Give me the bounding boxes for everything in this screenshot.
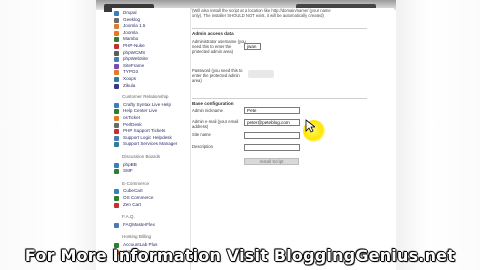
typo3-icon <box>114 70 119 76</box>
admin-nickname-label: Admin nickname <box>192 108 223 113</box>
install-button[interactable]: Install Script <box>244 158 299 165</box>
site-name-field[interactable] <box>244 132 300 139</box>
sidebar-section-title: Hosting Billing <box>122 234 152 240</box>
sidebar-item-label: SiteFrame <box>123 62 145 68</box>
sidebar-section-title: Discussion Boards <box>122 154 161 159</box>
sidebar-item[interactable]: Zikula <box>112 82 190 90</box>
sidebar-section-title: F.A.Q. <box>122 214 135 220</box>
description-field[interactable] <box>244 144 300 151</box>
sidebar-item-label: Crafty Syntax Live Help <box>123 101 171 107</box>
base-config-section: Base configuration <box>192 98 367 106</box>
mouse-pointer-icon <box>305 119 315 133</box>
section-title: Admin access data <box>192 31 234 36</box>
sidebar-item-label: PHP-Nuke <box>123 43 145 48</box>
phpnuke-icon <box>114 44 119 49</box>
sidebar-item-label: Joomla 1.5 <box>123 23 146 29</box>
sidebar-item-label: PHP Support Tickets <box>123 128 166 134</box>
left-page-margin <box>0 0 96 270</box>
xoops-icon <box>114 77 119 82</box>
help-icon <box>114 109 119 115</box>
sidebar-item-label: FAQMasterFlex <box>123 221 155 227</box>
joomla-icon <box>114 30 119 36</box>
smf-icon <box>114 169 119 175</box>
sidebar-item-label: CubeCart <box>123 188 143 194</box>
section-title: Base configuration <box>192 101 234 106</box>
sidebar-item-label: Zikula <box>123 82 136 88</box>
sidebar-item-label: Geeklog <box>123 16 141 22</box>
admin-nickname-field[interactable] <box>244 107 300 114</box>
install-location-note: (Will also install the script at a locat… <box>192 8 331 18</box>
sidebar-item-label: Joomla <box>123 29 138 35</box>
admin-username-field[interactable] <box>244 43 261 50</box>
sidebar-item-label: phpBB <box>123 161 137 167</box>
sidebar-item-label: Support Services Manager <box>123 141 178 147</box>
sidebar-section-title: E-Commerce <box>122 180 150 186</box>
drupal-icon <box>114 11 119 16</box>
siteframe-icon <box>114 63 119 69</box>
chat-icon <box>114 102 119 108</box>
install-form: (Will also install the script at a locat… <box>192 8 394 270</box>
desk-icon <box>114 122 119 128</box>
admin-email-label: Admin e-mail (your email address) <box>192 119 239 129</box>
sidebar-item[interactable]: FAQMasterFlex <box>112 221 190 229</box>
script-sidebar: Drupal Geeklog Joomla 1.5 Joomla Mambo PHP-Nu… <box>112 8 191 270</box>
description-label: Description <box>192 144 213 149</box>
sidebar-item-label: Xoops <box>123 76 137 81</box>
sidebar-item[interactable]: Zen Cart <box>112 201 190 209</box>
phpbb-icon <box>114 162 119 168</box>
geeklog-icon <box>114 17 119 23</box>
cubecart-icon <box>114 189 119 195</box>
admin-password-field[interactable] <box>248 70 274 78</box>
sidebar-item[interactable]: Support Services Manager <box>112 141 190 148</box>
sidebar-section-title: Customer Relationship <box>122 94 169 100</box>
admin-password-label: Password (you need this to enter the pro… <box>192 68 243 83</box>
sidebar-item[interactable]: SMF <box>112 168 190 175</box>
screen-content: Drupal Geeklog Joomla 1.5 Joomla Mambo PHP-Nu… <box>0 0 480 270</box>
mambo-icon <box>114 37 119 43</box>
zikula-icon <box>114 83 119 89</box>
sidebar-item-label: Support Logic Helpdesk <box>123 134 172 140</box>
phpwebsite-icon <box>114 57 119 63</box>
site-name-label: Site name <box>192 132 211 137</box>
sidebar-item-label: Zen Cart <box>123 201 141 207</box>
phpwcms-icon <box>114 50 119 56</box>
joomla-icon <box>114 24 119 30</box>
sidebar-item-label: TYPO3 <box>123 69 139 75</box>
manager-icon <box>114 142 119 148</box>
sidebar-item-label: phpWebSite <box>123 56 148 62</box>
sidebar-item-label: OS Commerce <box>123 195 154 200</box>
admin-username-label: Administrator username (you need this to… <box>192 39 246 54</box>
right-page-margin <box>396 0 480 270</box>
sidebar-item-label: Drupal <box>123 10 137 15</box>
faq-icon <box>114 222 119 228</box>
oscommerce-icon <box>114 196 119 201</box>
ticket-icon <box>114 116 119 121</box>
sidebar-item-label: Help Center Live <box>123 108 158 114</box>
sidebar-item-label: phpWCMS <box>123 49 146 55</box>
helpdesk-icon <box>114 135 119 141</box>
admin-email-field[interactable] <box>244 119 300 126</box>
sidebar-item-label: PerlDesk <box>123 121 142 127</box>
video-caption: For More Information Visit BloggingGeniu… <box>24 246 456 265</box>
sidebar-item-label: Mambo <box>123 36 139 42</box>
sidebar-item-label: SMF <box>123 168 133 174</box>
ticket-icon <box>114 129 119 135</box>
sidebar-item-label: osTicket <box>123 115 140 120</box>
screen-recording: Drupal Geeklog Joomla 1.5 Joomla Mambo PHP-Nu… <box>0 0 480 270</box>
zencart-icon <box>114 202 119 208</box>
